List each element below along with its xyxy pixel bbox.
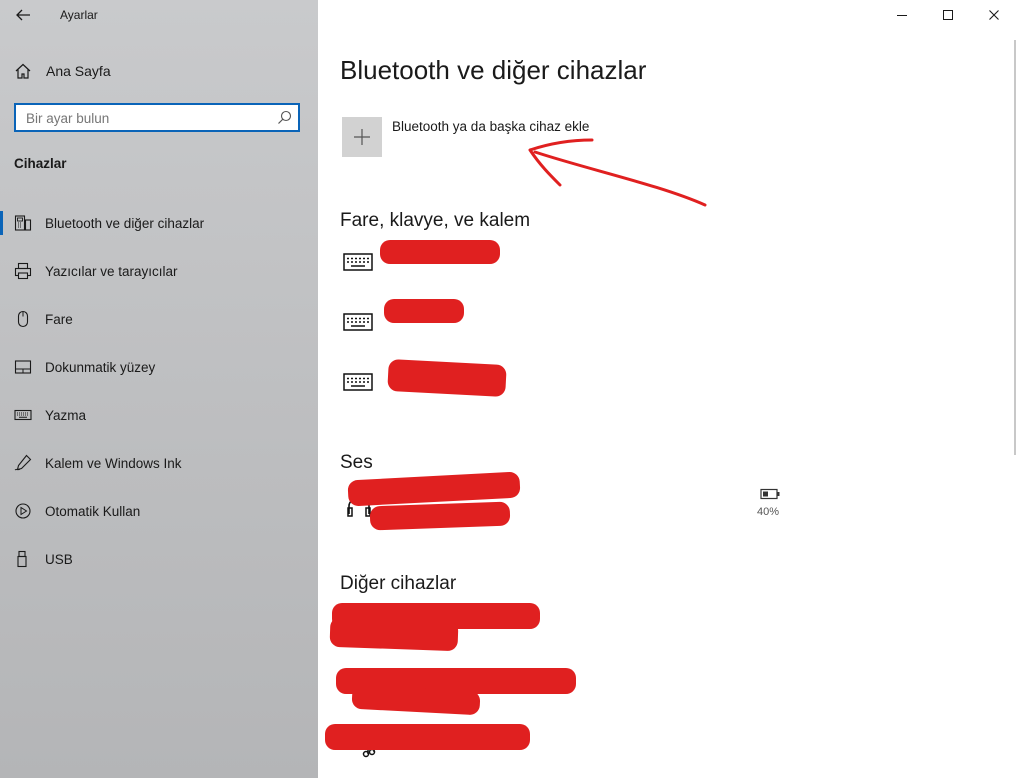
usb-icon <box>17 550 27 568</box>
maximize-button[interactable] <box>925 0 971 30</box>
sidebar-item-label: Fare <box>45 311 73 327</box>
autoplay-icon <box>15 503 31 519</box>
sidebar-item-label: Bluetooth ve diğer cihazlar <box>45 215 205 231</box>
sidebar-item-autoplay[interactable]: Otomatik Kullan <box>0 487 318 535</box>
home-icon <box>15 63 31 79</box>
home-label: Ana Sayfa <box>46 63 111 79</box>
redaction-scribble <box>387 358 507 398</box>
battery-percent: 40% <box>757 506 780 518</box>
add-device-label[interactable]: Bluetooth ya da başka cihaz ekle <box>392 119 589 134</box>
sidebar-item-label: USB <box>45 551 73 567</box>
sidebar-item-label: Yazma <box>45 407 87 423</box>
app-title: Ayarlar <box>60 8 98 22</box>
group-title-input: Fare, klavye, ve kalem <box>340 210 531 231</box>
sidebar-item-label: Kalem ve Windows Ink <box>45 455 182 471</box>
sidebar-item-bluetooth[interactable]: Bluetooth ve diğer cihazlar <box>0 199 318 247</box>
window-controls <box>879 0 1017 30</box>
sidebar-item-usb[interactable]: USB <box>0 535 318 583</box>
sidebar-item-label: Otomatik Kullan <box>45 503 141 519</box>
pen-icon <box>14 454 32 471</box>
keyboard-icon <box>343 373 373 391</box>
keyboard-icon <box>343 253 373 271</box>
group-title-audio: Ses <box>340 452 373 473</box>
sidebar: Ayarlar Ana Sayfa Cihazlar Bluetooth ve … <box>0 0 318 778</box>
page-title: Bluetooth ve diğer cihazlar <box>340 55 647 85</box>
add-device-button[interactable] <box>342 117 382 157</box>
redaction-scribble <box>380 240 500 264</box>
redaction-scribble <box>325 724 530 750</box>
battery-icon <box>760 488 780 500</box>
touchpad-icon <box>14 360 32 374</box>
search-icon[interactable] <box>277 110 292 125</box>
sidebar-item-label: Dokunmatik yüzey <box>45 359 156 375</box>
plus-icon <box>354 129 370 145</box>
bluetooth-device-icon <box>14 215 32 231</box>
section-label: Cihazlar <box>14 156 67 171</box>
sidebar-item-typing[interactable]: Yazma <box>0 391 318 439</box>
sidebar-item-touchpad[interactable]: Dokunmatik yüzey <box>0 343 318 391</box>
close-button[interactable] <box>971 0 1017 30</box>
sidebar-item-label: Yazıcılar ve tarayıcılar <box>45 263 178 279</box>
group-title-other: Diğer cihazlar <box>340 573 457 594</box>
mouse-icon <box>17 310 29 328</box>
minimize-button[interactable] <box>879 0 925 30</box>
printer-icon <box>14 262 32 280</box>
redaction-scribble <box>384 299 464 323</box>
home-link[interactable]: Ana Sayfa <box>14 62 111 80</box>
keyboard-icon <box>14 409 32 421</box>
sidebar-item-printers[interactable]: Yazıcılar ve tarayıcılar <box>0 247 318 295</box>
search-input[interactable] <box>24 108 268 128</box>
scrollbar[interactable] <box>1014 40 1016 455</box>
minimize-icon <box>897 15 907 16</box>
close-icon <box>989 10 999 20</box>
maximize-icon <box>943 10 953 20</box>
sidebar-item-pen[interactable]: Kalem ve Windows Ink <box>0 439 318 487</box>
search-box[interactable] <box>14 103 300 132</box>
redaction-scribble <box>329 616 459 652</box>
keyboard-icon <box>343 313 373 331</box>
redaction-scribble <box>369 501 511 531</box>
sidebar-nav: Bluetooth ve diğer cihazlar Yazıcılar ve… <box>0 199 318 583</box>
sidebar-item-mouse[interactable]: Fare <box>0 295 318 343</box>
back-arrow-icon[interactable] <box>14 6 32 24</box>
